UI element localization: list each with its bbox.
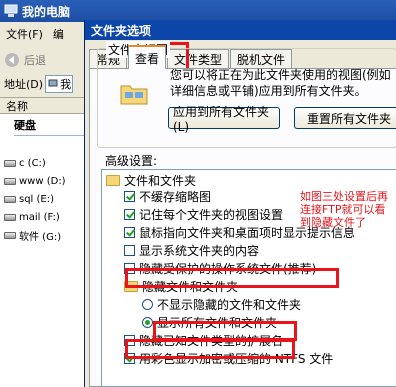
drive-label: 软件 (G:) [19, 231, 62, 243]
setting-remember-view[interactable]: 记住每个文件夹的视图设置 [124, 206, 283, 222]
settings-root-row: 文件和文件夹 [106, 172, 196, 188]
drive-label: www (D:) [19, 175, 66, 187]
address-label: 地址(D) [4, 78, 44, 91]
drive-item[interactable]: c (C:) [0, 154, 90, 172]
explorer-title-bar: 我的电脑 [0, 0, 396, 22]
address-value: 我 [60, 78, 72, 91]
explorer-menubar: 文件(F) 编 [0, 24, 90, 44]
explorer-toolbar: 后退 [0, 48, 90, 72]
setting-label: 不缓存缩略图 [139, 189, 212, 204]
column-header-name[interactable]: 名称 [0, 98, 90, 114]
checkbox[interactable] [124, 190, 135, 202]
setting-label: 不显示隐藏的文件和文件夹 [157, 297, 302, 312]
checkbox[interactable] [124, 226, 135, 238]
checkbox[interactable] [124, 208, 135, 220]
drive-icon [4, 231, 16, 239]
drive-icon [4, 159, 16, 167]
drive-label: mail (F:) [19, 211, 60, 223]
computer-icon [48, 79, 58, 87]
highlight-show-all-files [153, 321, 297, 341]
radio-button[interactable] [142, 298, 153, 310]
drive-item[interactable]: mail (F:) [0, 208, 90, 226]
menu-edit[interactable]: 编 [53, 26, 64, 42]
annotation-note: 如图三处设置后再连接FTP就可以看到隐藏文件了 [300, 190, 388, 229]
setting-no-thumb-cache[interactable]: 不缓存缩略图 [124, 188, 211, 204]
address-field[interactable]: 我 [45, 75, 74, 93]
drive-label: sql (E:) [19, 193, 55, 205]
menu-file[interactable]: 文件(F) [6, 26, 43, 42]
group-label: 硬盘 [14, 119, 36, 132]
drive-icon [4, 213, 16, 221]
tab-view[interactable]: 查看 [128, 45, 167, 69]
dialog-title: 文件夹选项 [85, 20, 396, 40]
setting-label: 显示系统文件夹的内容 [139, 243, 260, 258]
setting-label: 记住每个文件夹的视图设置 [139, 207, 284, 222]
drive-item[interactable]: www (D:) [0, 172, 90, 190]
radio-button[interactable] [142, 316, 153, 328]
address-bar: 地址(D) 我 [0, 73, 90, 95]
folder-views-description: 您可以将正在为此文件夹使用的视图(例如详细信息或平铺)应用到所有文件夹。 [170, 68, 391, 98]
apply-to-all-folders-button[interactable]: 应用到所有文件夹(L) [168, 105, 280, 134]
folder-icon [120, 85, 148, 105]
setting-show-system-contents[interactable]: 显示系统文件夹的内容 [124, 242, 259, 258]
drive-item[interactable]: sql (E:) [0, 190, 90, 208]
drive-icon [4, 177, 16, 185]
setting-do-not-show-hidden[interactable]: 不显示隐藏的文件和文件夹 [142, 296, 301, 312]
back-arrow-icon[interactable] [4, 52, 20, 68]
checkbox[interactable] [124, 244, 135, 256]
explorer-title: 我的电脑 [22, 4, 71, 19]
drive-icon [4, 195, 16, 203]
drive-label: c (C:) [19, 157, 46, 169]
back-button[interactable]: 后退 [24, 52, 46, 68]
reset-all-folders-button[interactable]: 重置所有文件夹 [294, 107, 396, 129]
highlight-hide-extensions [125, 339, 295, 359]
advanced-settings-label: 高级设置: [105, 154, 158, 168]
highlight-hide-protected [125, 268, 339, 288]
drive-item[interactable]: 软件 (G:) [0, 226, 90, 244]
computer-icon [4, 4, 18, 17]
folder-icon [106, 174, 120, 186]
explorer-file-list: 名称 硬盘 c (C:) www (D:) sql (E:) mail (F:)… [0, 97, 90, 387]
settings-root-label: 文件和文件夹 [124, 173, 197, 188]
